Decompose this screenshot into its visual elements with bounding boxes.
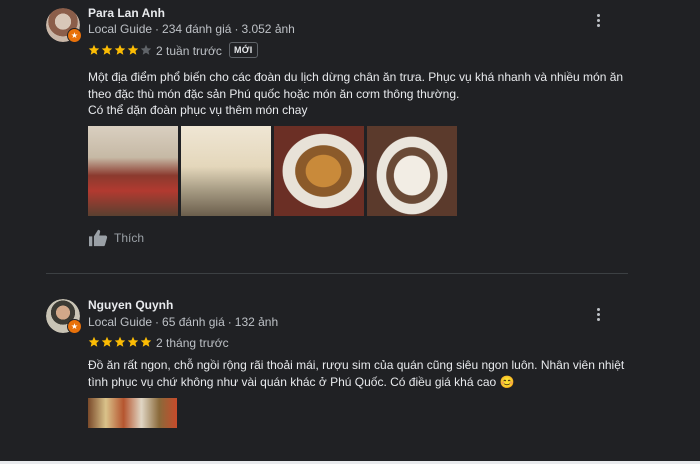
- rating-stars: [88, 44, 152, 56]
- star-icon: [114, 336, 126, 347]
- more-vert-icon: [596, 307, 600, 311]
- review-text-line: Một địa điểm phổ biến cho các đoàn du lị…: [88, 70, 624, 84]
- reviewer-name[interactable]: Nguyen Quynh: [88, 298, 173, 312]
- review-text-line: Đồ ăn rất ngon, chỗ ngồi rộng rãi thoải …: [88, 358, 625, 372]
- review-photo[interactable]: [181, 126, 271, 216]
- star-icon: [140, 336, 152, 347]
- review-text-line: tình phục vụ chứ không như vài quán khác…: [88, 374, 515, 389]
- star-icon: [140, 44, 152, 55]
- review-text: Đồ ăn rất ngon, chỗ ngồi rộng rãi thoải …: [88, 357, 648, 390]
- rating-stars: [88, 336, 152, 348]
- review-photo[interactable]: [367, 126, 457, 216]
- more-options-button[interactable]: [588, 304, 608, 324]
- review-photo[interactable]: [88, 398, 177, 428]
- photos-count: 132 ảnh: [234, 315, 279, 329]
- star-icon: [127, 44, 139, 55]
- thumb-up-icon: [89, 229, 108, 247]
- review-text-line: Có thể dặn đoàn phục vụ thêm món chay: [88, 103, 308, 117]
- more-vert-icon: [596, 13, 600, 17]
- more-options-button[interactable]: [588, 10, 608, 30]
- review-text: Một địa điểm phổ biến cho các đoàn du lị…: [88, 69, 648, 119]
- star-icon: [101, 44, 113, 55]
- divider: [46, 273, 628, 274]
- local-guide-label: Local Guide: [88, 22, 153, 36]
- like-button[interactable]: Thích: [88, 229, 144, 247]
- reviewer-name[interactable]: Para Lan Anh: [88, 6, 165, 20]
- reviewer-meta: Local Guide · 65 đánh giá · 132 ảnh: [88, 315, 279, 329]
- star-icon: [88, 336, 100, 347]
- star-icon: [101, 336, 113, 347]
- review-photo[interactable]: [274, 126, 364, 216]
- reviewer-meta: Local Guide · 234 đánh giá · 3.052 ảnh: [88, 22, 295, 36]
- star-icon: [127, 336, 139, 347]
- reviews-count: 65 đánh giá: [162, 315, 225, 329]
- reviews-count: 234 đánh giá: [162, 22, 232, 36]
- review-text-line: theo đặc thù món đặc sản Phú quốc hoặc m…: [88, 86, 460, 101]
- local-guide-badge-icon: ★: [67, 28, 82, 43]
- star-icon: [114, 44, 126, 55]
- review-time: 2 tháng trước: [156, 336, 229, 350]
- review-photo[interactable]: [88, 126, 178, 216]
- photos-count: 3.052 ảnh: [241, 22, 295, 36]
- local-guide-label: Local Guide: [88, 315, 153, 329]
- local-guide-badge-icon: ★: [67, 319, 82, 334]
- star-icon: [88, 44, 100, 55]
- review-time: 2 tuần trước: [156, 44, 222, 58]
- like-label: Thích: [114, 231, 145, 245]
- new-badge: MỚI: [229, 42, 258, 58]
